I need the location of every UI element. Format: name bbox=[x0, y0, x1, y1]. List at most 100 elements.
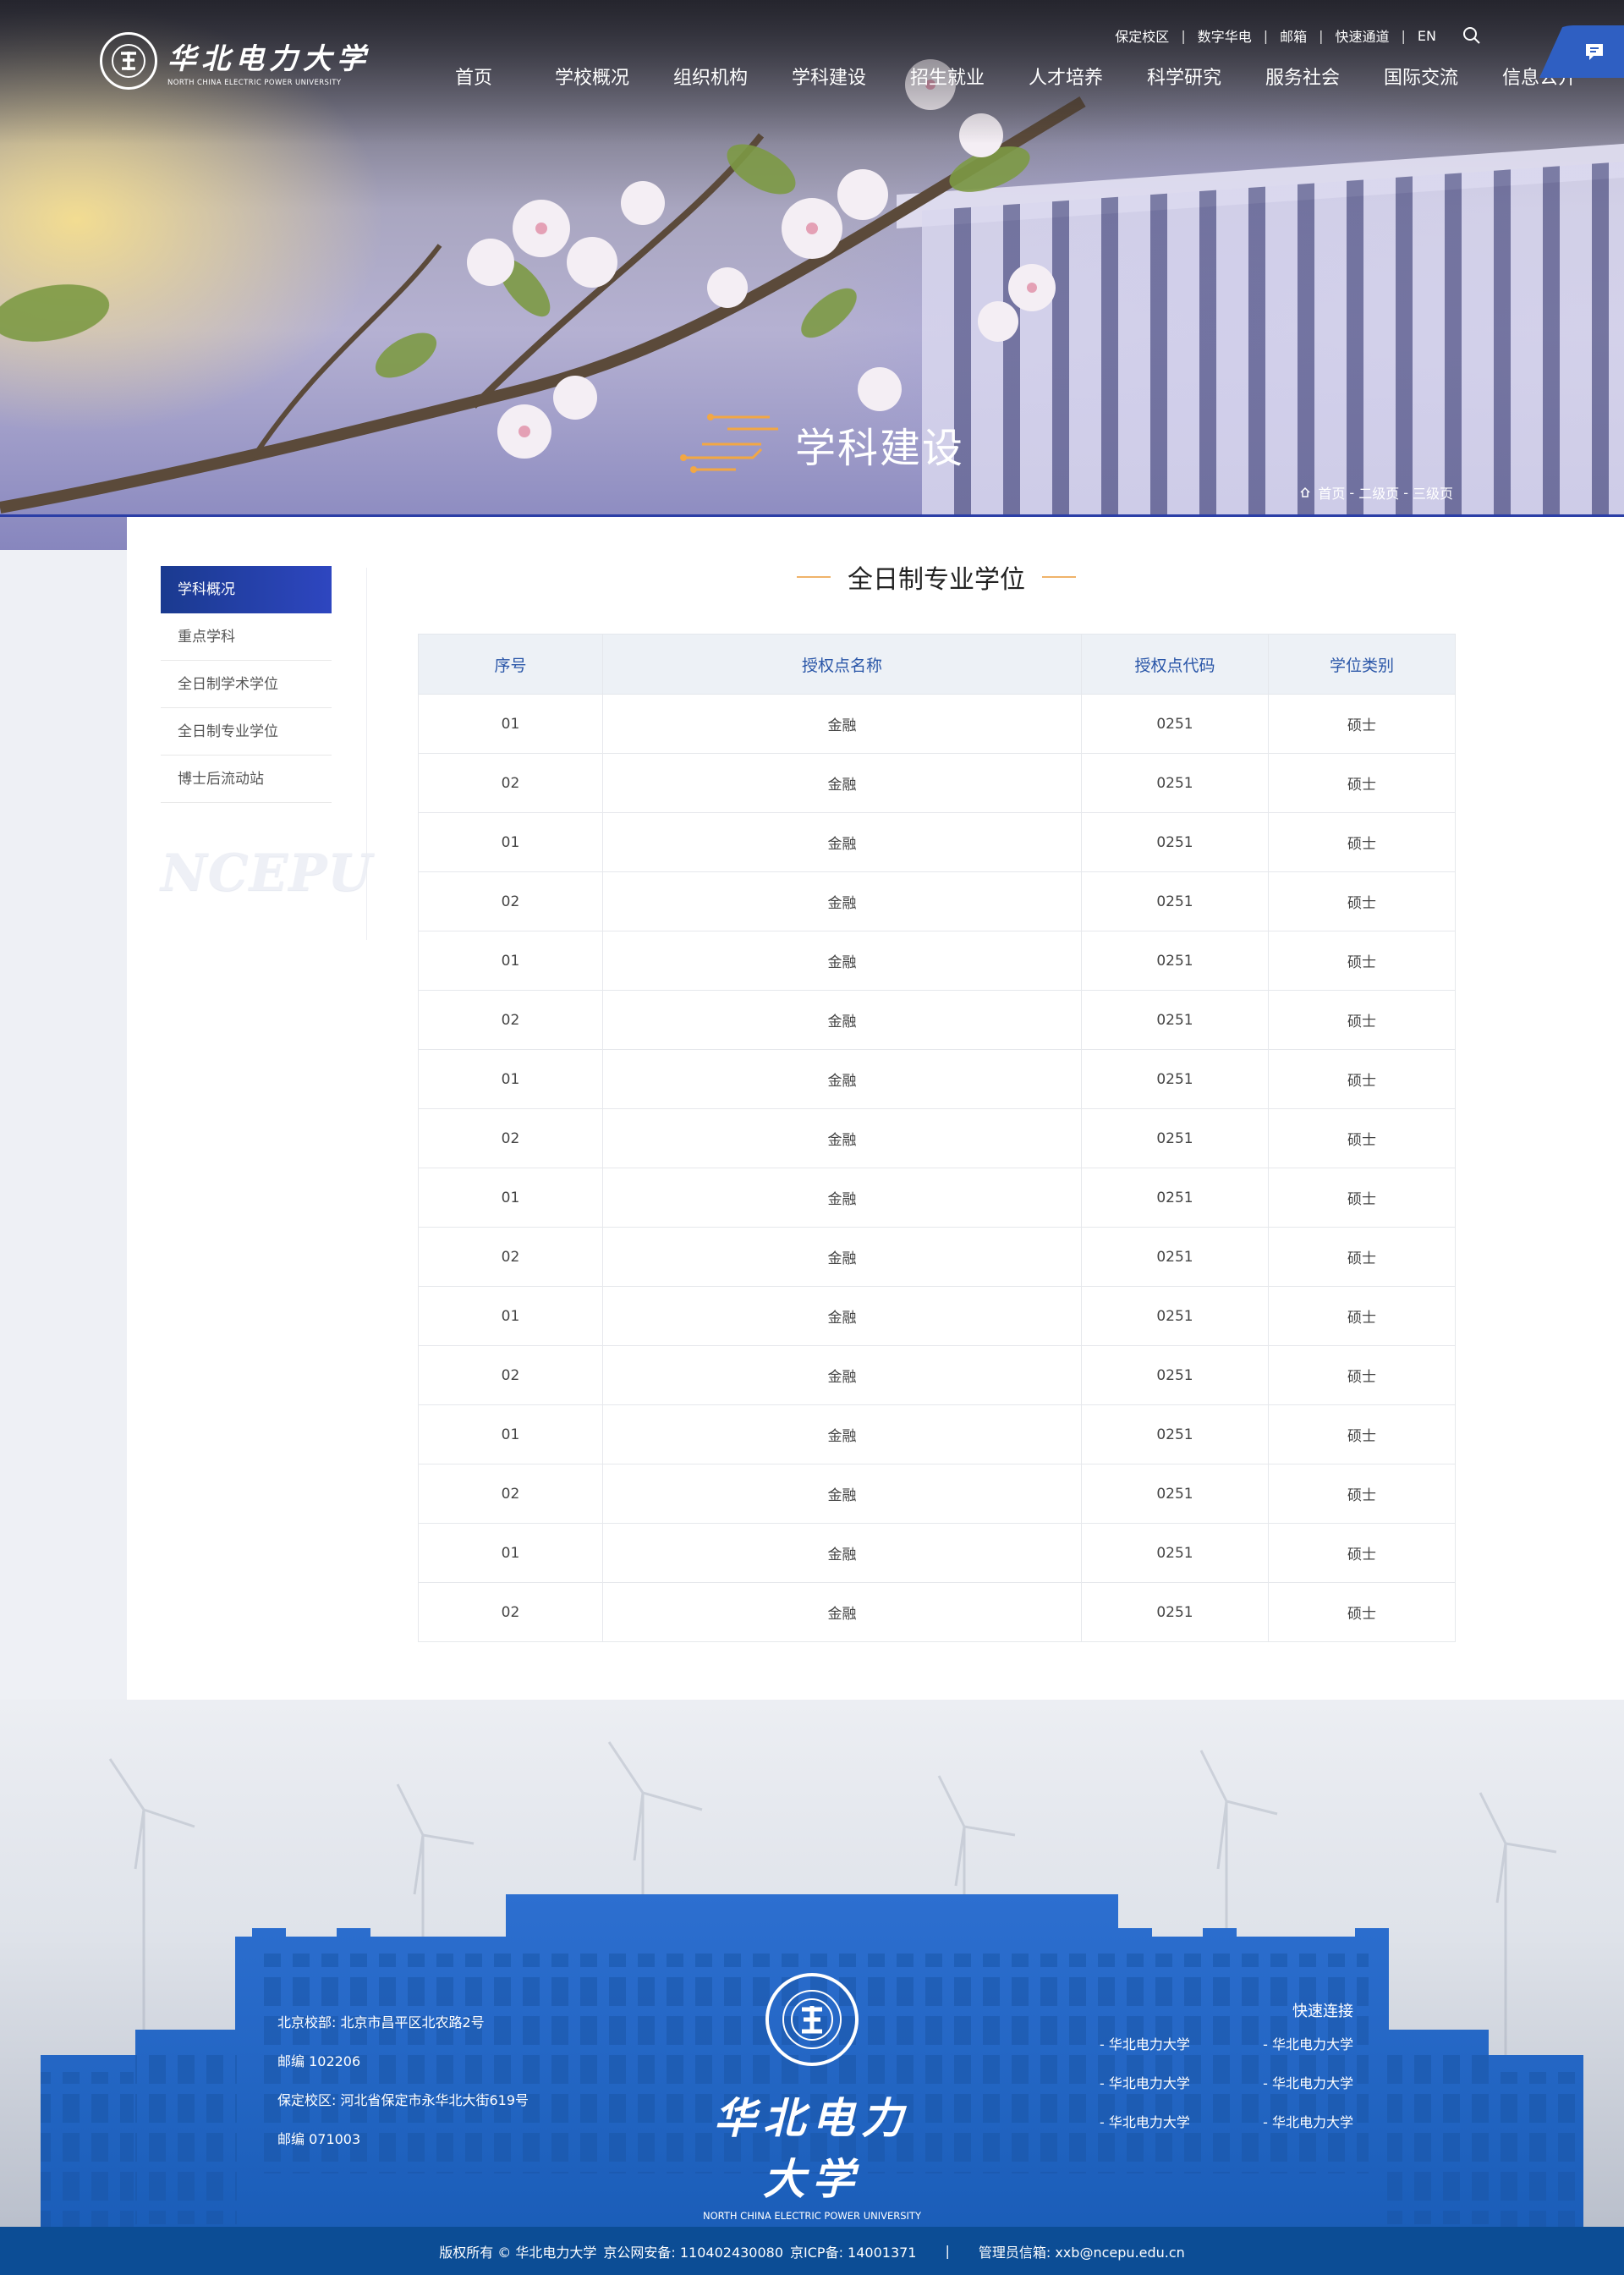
content-panel: 学科概况 重点学科 全日制学术学位 全日制专业学位 博士后流动站 NCEPU 全… bbox=[127, 517, 1624, 1700]
cell-name: 金融 bbox=[602, 694, 1082, 754]
cell-code: 0251 bbox=[1081, 1464, 1269, 1524]
utility-link-digital[interactable]: 数字华电 bbox=[1186, 25, 1264, 46]
cell-name: 金融 bbox=[602, 753, 1082, 813]
nav-item-home[interactable]: 首页 bbox=[414, 63, 533, 90]
cell-index: 02 bbox=[418, 871, 603, 931]
cell-code: 0251 bbox=[1081, 871, 1269, 931]
column-header-code: 授权点代码 bbox=[1081, 634, 1269, 695]
cell-index: 01 bbox=[418, 1049, 603, 1109]
table-row: 01 金融 0251 硕士 bbox=[418, 812, 1456, 872]
utility-link-english[interactable]: EN bbox=[1406, 28, 1448, 44]
cell-index: 02 bbox=[418, 1108, 603, 1168]
nav-item-organization[interactable]: 组织机构 bbox=[651, 63, 770, 90]
university-logo[interactable]: 华北电力大学 NORTH CHINA ELECTRIC POWER UNIVER… bbox=[100, 32, 370, 90]
utility-link-baoding[interactable]: 保定校区 bbox=[1103, 25, 1181, 46]
sidebar-item-professional-degree[interactable]: 全日制专业学位 bbox=[161, 708, 332, 756]
sidebar-item-overview[interactable]: 学科概况 bbox=[161, 566, 332, 613]
cell-index: 02 bbox=[418, 990, 603, 1050]
sidebar-item-postdoc[interactable]: 博士后流动站 bbox=[161, 756, 332, 803]
nav-item-about[interactable]: 学校概况 bbox=[533, 63, 651, 90]
nav-item-international[interactable]: 国际交流 bbox=[1362, 63, 1480, 90]
cell-category: 硕士 bbox=[1268, 1108, 1456, 1168]
table-header-row: 序号 授权点名称 授权点代码 学位类别 bbox=[418, 634, 1456, 695]
table-row: 02 金融 0251 硕士 bbox=[418, 871, 1456, 931]
breadcrumb: 首页 - 二级页 - 三级页 bbox=[1299, 482, 1453, 503]
cell-category: 硕士 bbox=[1268, 1049, 1456, 1109]
column-header-index: 序号 bbox=[418, 634, 603, 695]
table-row: 02 金融 0251 硕士 bbox=[418, 990, 1456, 1050]
breadcrumb-home[interactable]: 首页 bbox=[1318, 482, 1345, 503]
cell-index: 02 bbox=[418, 1227, 603, 1287]
footer-name-cn: 华北电力大学 bbox=[714, 2093, 910, 2204]
cell-index: 01 bbox=[418, 812, 603, 872]
cell-name: 金融 bbox=[602, 871, 1082, 931]
university-emblem-icon bbox=[765, 1973, 859, 2066]
message-tab[interactable] bbox=[1539, 25, 1624, 78]
copyright-icp[interactable]: 京ICP备: 14001371 bbox=[790, 2241, 916, 2261]
cell-category: 硕士 bbox=[1268, 1227, 1456, 1287]
logo-name-en: NORTH CHINA ELECTRIC POWER UNIVERSITY bbox=[167, 78, 342, 87]
postcode-baoding: 邮编 071003 bbox=[277, 2131, 361, 2147]
cell-category: 硕士 bbox=[1268, 1345, 1456, 1405]
cell-category: 硕士 bbox=[1268, 1286, 1456, 1346]
table-body: 01 金融 0251 硕士 02 金融 0251 硕士 01 金融 0251 硕士 02 金融 0251 硕士… bbox=[418, 694, 1456, 1642]
cell-code: 0251 bbox=[1081, 1582, 1269, 1642]
table-row: 02 金融 0251 硕士 bbox=[418, 1227, 1456, 1287]
table-row: 02 金融 0251 硕士 bbox=[418, 753, 1456, 813]
utility-link-quick[interactable]: 快速通道 bbox=[1324, 25, 1402, 46]
table-row: 02 金融 0251 硕士 bbox=[418, 1345, 1456, 1405]
copyright-police-record[interactable]: 京公网安备: 110402430080 bbox=[603, 2241, 783, 2261]
quick-link[interactable]: - 华北电力大学 bbox=[1100, 2072, 1252, 2094]
sidebar-item-key-disciplines[interactable]: 重点学科 bbox=[161, 613, 332, 661]
utility-link-mail[interactable]: 邮箱 bbox=[1268, 25, 1319, 46]
table-row: 01 金融 0251 硕士 bbox=[418, 1168, 1456, 1228]
cell-name: 金融 bbox=[602, 812, 1082, 872]
section-header: 全日制专业学位 bbox=[418, 556, 1455, 598]
cell-name: 金融 bbox=[602, 1345, 1082, 1405]
cell-index: 01 bbox=[418, 1286, 603, 1346]
quick-link[interactable]: - 华北电力大学 bbox=[1100, 2033, 1252, 2055]
nav-item-service[interactable]: 服务社会 bbox=[1243, 63, 1362, 90]
utility-links: 保定校区 | 数字华电 | 邮箱 | 快速通道 | EN bbox=[1103, 25, 1482, 46]
nav-item-admissions[interactable]: 招生就业 bbox=[888, 63, 1007, 90]
cell-name: 金融 bbox=[602, 1286, 1082, 1346]
cell-name: 金融 bbox=[602, 1464, 1082, 1524]
copyright-admin-email[interactable]: 管理员信箱: xxb@ncepu.edu.cn bbox=[979, 2241, 1185, 2261]
cell-name: 金融 bbox=[602, 990, 1082, 1050]
cell-code: 0251 bbox=[1081, 753, 1269, 813]
search-icon[interactable] bbox=[1462, 25, 1482, 46]
sidebar-item-academic-degree[interactable]: 全日制学术学位 bbox=[161, 661, 332, 708]
cell-index: 02 bbox=[418, 1345, 603, 1405]
quick-link[interactable]: - 华北电力大学 bbox=[1100, 2111, 1252, 2133]
cell-name: 金融 bbox=[602, 1227, 1082, 1287]
address-baoding: 保定校区: 河北省保定市永华北大街619号 bbox=[277, 2092, 529, 2108]
quick-link[interactable]: - 华北电力大学 bbox=[1252, 2033, 1353, 2055]
nav-item-disciplines[interactable]: 学科建设 bbox=[770, 63, 888, 90]
main-content: 全日制专业学位 序号 授权点名称 授权点代码 学位类别 01 金融 0251 硕士 02… bbox=[418, 556, 1456, 1642]
quick-link[interactable]: - 华北电力大学 bbox=[1252, 2111, 1353, 2133]
cell-index: 01 bbox=[418, 1523, 603, 1583]
cell-category: 硕士 bbox=[1268, 753, 1456, 813]
postcode-beijing: 邮编 102206 bbox=[277, 2053, 361, 2069]
cell-category: 硕士 bbox=[1268, 1404, 1456, 1464]
cell-code: 0251 bbox=[1081, 1404, 1269, 1464]
section-title: 全日制专业学位 bbox=[848, 565, 1025, 595]
sidebar-divider bbox=[366, 568, 367, 940]
copyright-bar: 版权所有 © 华北电力大学 京公网安备: 110402430080 京ICP备:… bbox=[0, 2227, 1624, 2275]
quick-link[interactable]: - 华北电力大学 bbox=[1252, 2072, 1353, 2094]
cell-name: 金融 bbox=[602, 1523, 1082, 1583]
table-row: 02 金融 0251 硕士 bbox=[418, 1108, 1456, 1168]
nav-item-research[interactable]: 科学研究 bbox=[1125, 63, 1243, 90]
degree-table: 序号 授权点名称 授权点代码 学位类别 01 金融 0251 硕士 02 金融 0251 硕士… bbox=[418, 634, 1456, 1642]
cell-code: 0251 bbox=[1081, 1523, 1269, 1583]
nav-item-education[interactable]: 人才培养 bbox=[1007, 63, 1125, 90]
footer-name-en: NORTH CHINA ELECTRIC POWER UNIVERSITY bbox=[703, 2210, 921, 2222]
cell-index: 02 bbox=[418, 753, 603, 813]
page-title: 学科建设 bbox=[795, 425, 965, 472]
quick-links: 快速连接 - 华北电力大学 - 华北电力大学 - 华北电力大学 - 华北电力大学… bbox=[1100, 1999, 1353, 2133]
table-row: 01 金融 0251 硕士 bbox=[418, 1049, 1456, 1109]
cell-name: 金融 bbox=[602, 1108, 1082, 1168]
table-row: 01 金融 0251 硕士 bbox=[418, 1286, 1456, 1346]
breadcrumb-level2[interactable]: 二级页 bbox=[1358, 482, 1399, 503]
cell-name: 金融 bbox=[602, 1168, 1082, 1228]
